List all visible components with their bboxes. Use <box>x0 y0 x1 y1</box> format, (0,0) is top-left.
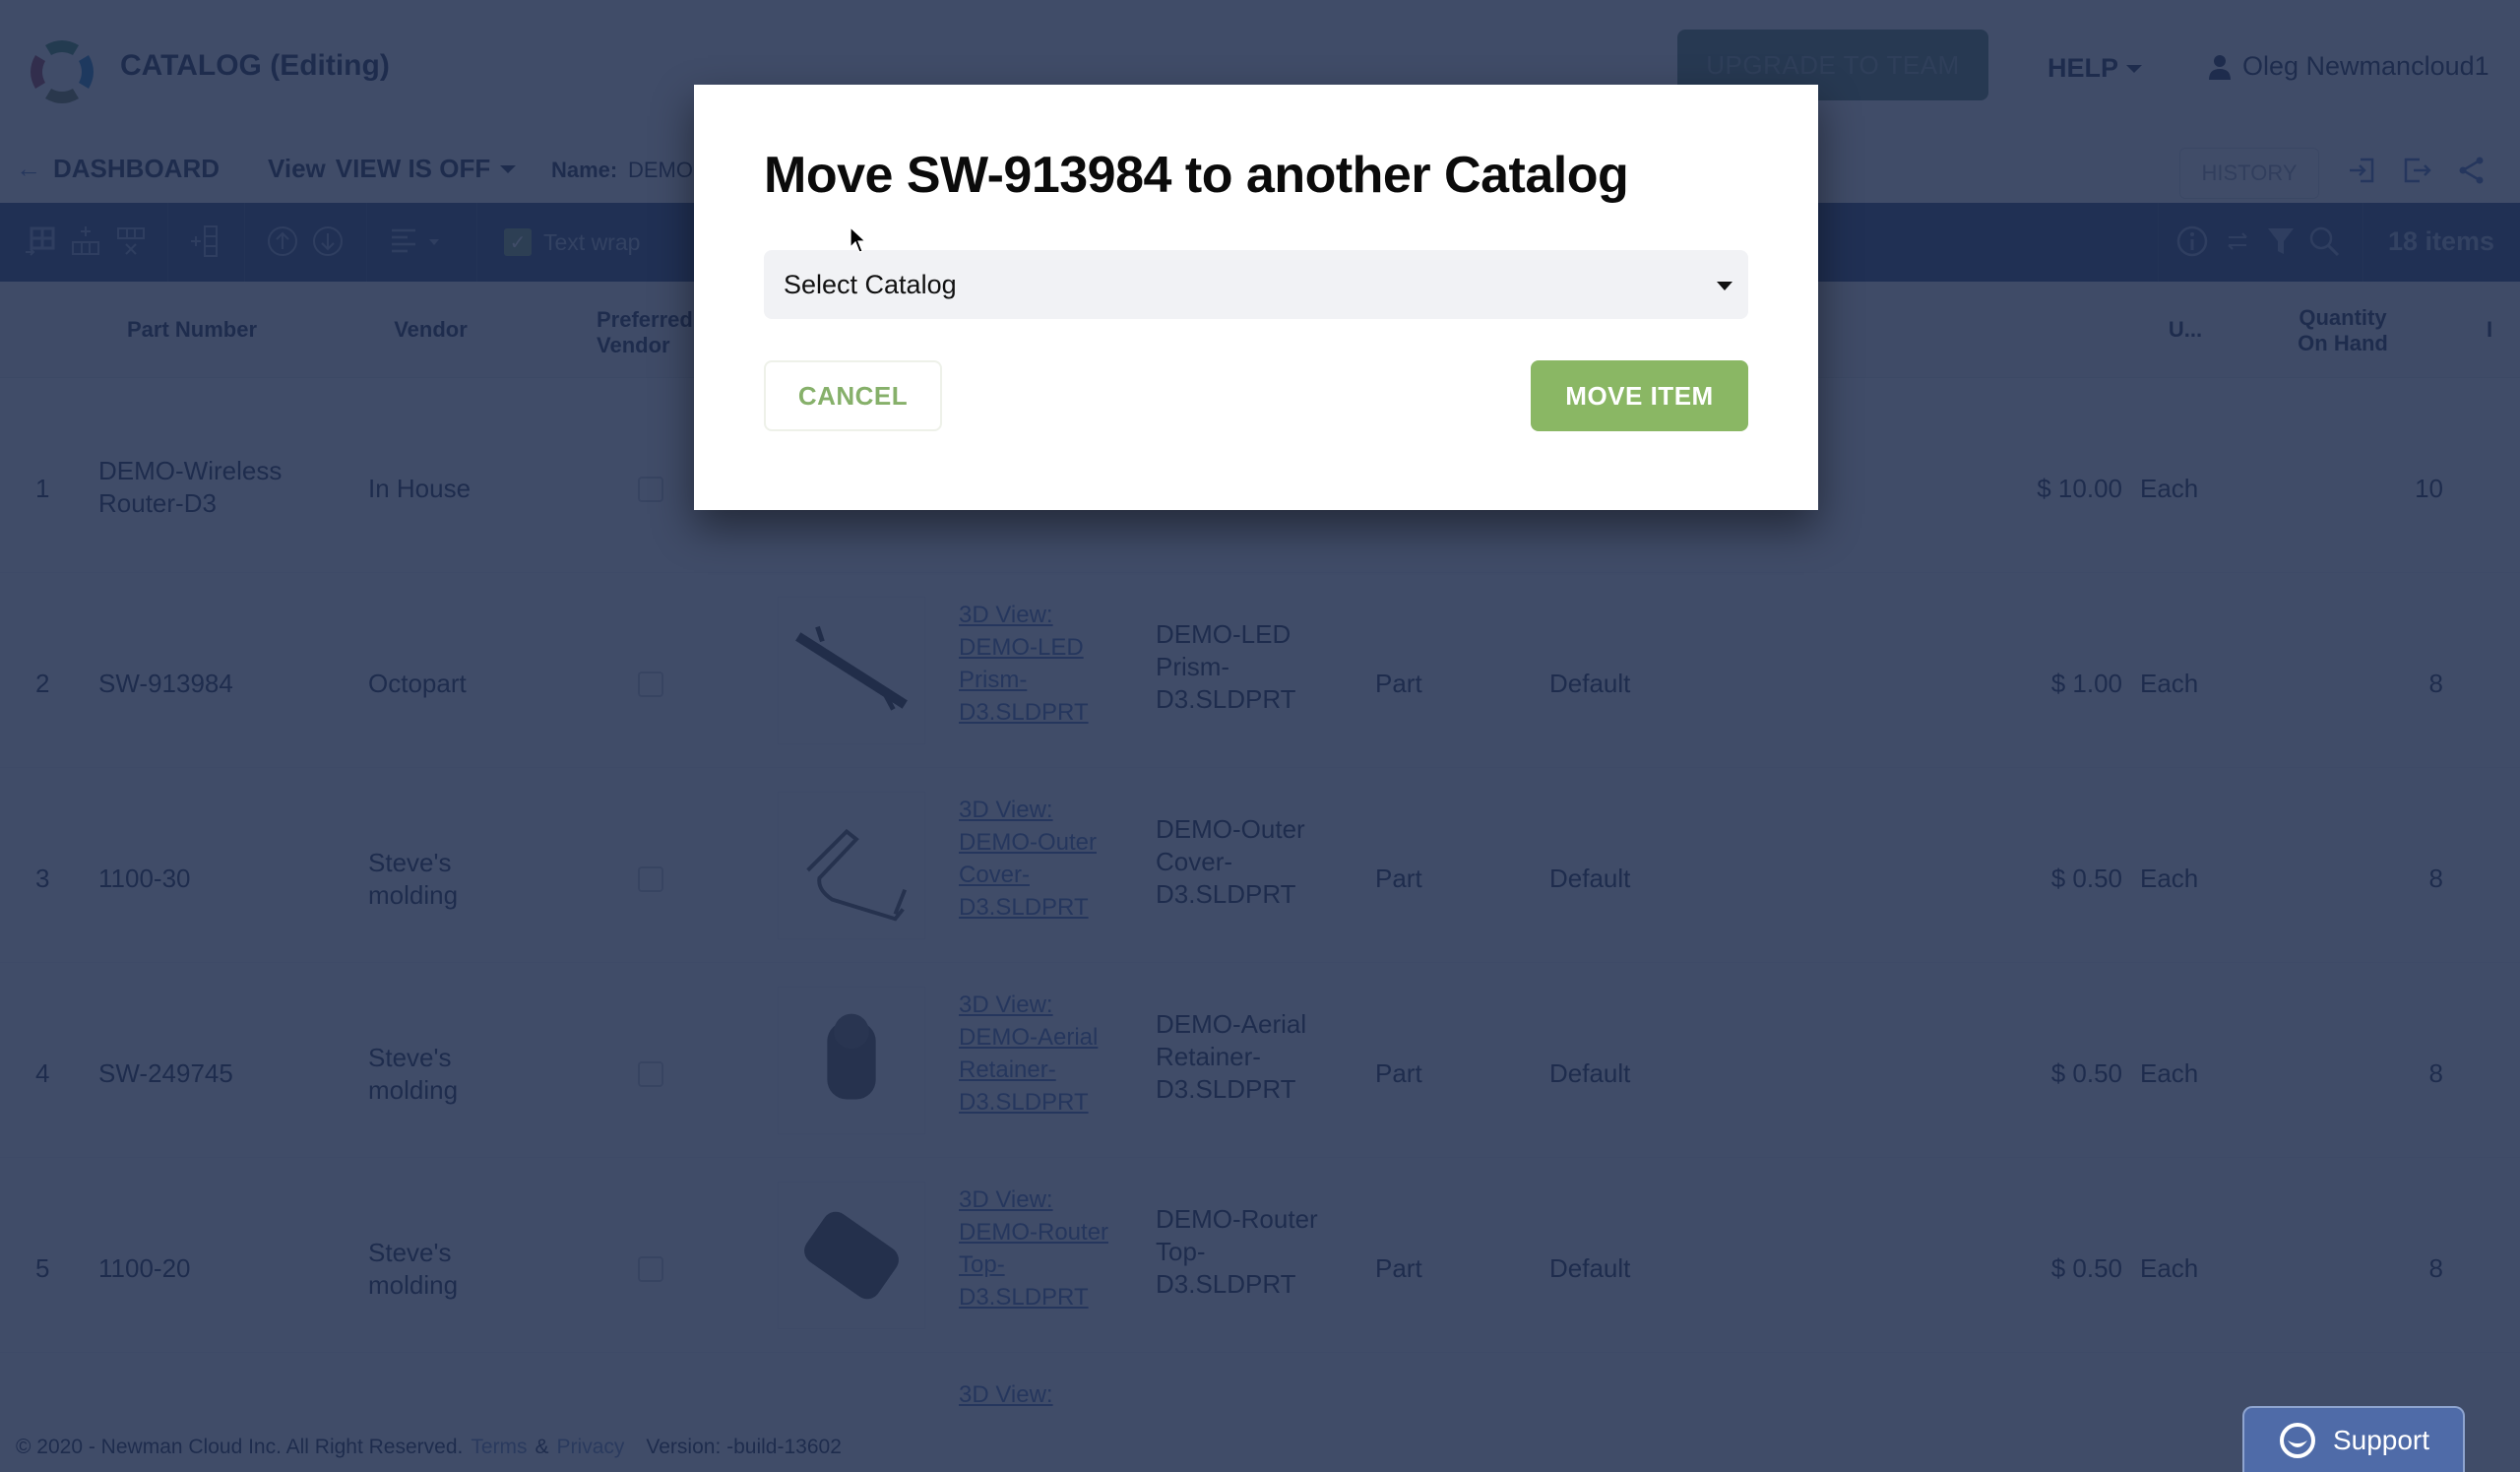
cancel-button[interactable]: CANCEL <box>764 360 942 431</box>
move-item-dialog: Move SW-913984 to another Catalog Select… <box>694 85 1818 510</box>
dialog-title: Move SW-913984 to another Catalog <box>764 147 1629 204</box>
move-item-button[interactable]: MOVE ITEM <box>1531 360 1748 431</box>
catalog-select[interactable]: Select Catalog <box>764 250 1748 319</box>
mouse-cursor-icon <box>850 226 867 253</box>
catalog-select-placeholder: Select Catalog <box>784 269 957 299</box>
support-smile-icon <box>2279 1422 2315 1458</box>
caret-down-icon <box>1717 282 1732 290</box>
support-label: Support <box>2332 1424 2430 1455</box>
support-button[interactable]: Support <box>2242 1406 2465 1472</box>
